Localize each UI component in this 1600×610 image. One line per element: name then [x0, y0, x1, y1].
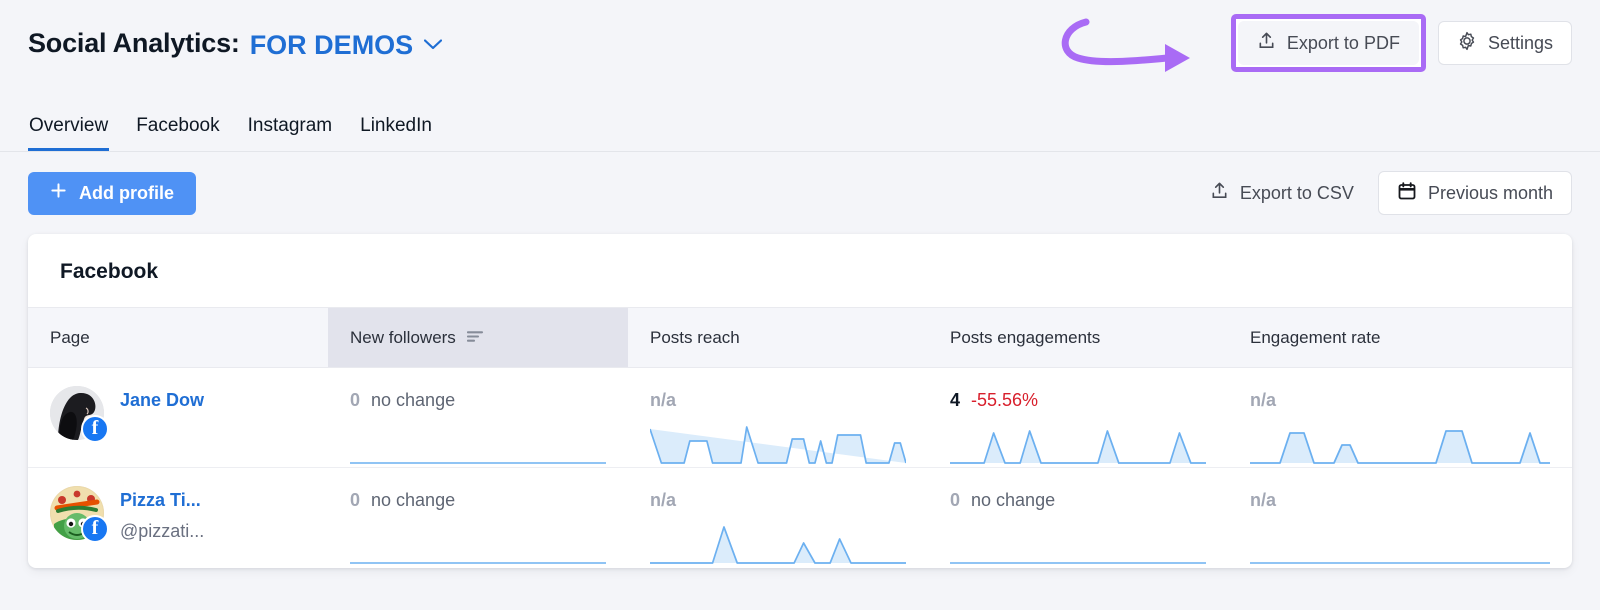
- sort-icon: [467, 328, 484, 348]
- facebook-card: Facebook Page New followers Posts reach: [28, 234, 1572, 568]
- column-header-posts-reach-label: Posts reach: [650, 328, 740, 348]
- page-name-link[interactable]: Pizza Ti...: [120, 490, 204, 511]
- metric-delta: -55.56%: [971, 390, 1038, 411]
- plus-icon: [50, 182, 67, 204]
- header-actions: Export to PDF Settings: [1231, 14, 1572, 72]
- gear-icon: [1457, 31, 1477, 56]
- app-header: Social Analytics: FOR DEMOS Export to PD…: [0, 0, 1600, 86]
- toolbar: Add profile Export to CSV Previous month: [0, 152, 1600, 234]
- column-header-engagement-rate-label: Engagement rate: [1250, 328, 1380, 348]
- table-row: f Pizza Ti... @pizzati... 0 no change: [28, 468, 1572, 568]
- upload-icon: [1257, 31, 1276, 55]
- cell-new-followers: 0 no change: [328, 368, 628, 468]
- page-name-link[interactable]: Jane Dow: [120, 390, 204, 411]
- column-header-new-followers-label: New followers: [350, 328, 456, 348]
- column-header-engagement-rate[interactable]: Engagement rate: [1228, 308, 1572, 368]
- tab-instagram[interactable]: Instagram: [247, 115, 333, 151]
- settings-label: Settings: [1488, 33, 1553, 54]
- sparkline: [950, 421, 1206, 465]
- page-handle: @pizzati...: [120, 521, 204, 542]
- cell-page: f Pizza Ti... @pizzati...: [28, 468, 328, 568]
- sparkline: [950, 521, 1206, 565]
- sparkline: [650, 421, 906, 465]
- cell-posts-reach: n/a: [628, 368, 928, 468]
- cell-engagement-rate: n/a: [1228, 368, 1572, 468]
- metric-delta: no change: [971, 490, 1055, 511]
- tab-facebook[interactable]: Facebook: [135, 115, 220, 151]
- add-profile-label: Add profile: [79, 183, 174, 204]
- project-selector[interactable]: FOR DEMOS: [250, 26, 443, 61]
- metric-value: n/a: [1250, 390, 1276, 411]
- upload-icon: [1210, 181, 1229, 205]
- export-to-pdf-button[interactable]: Export to PDF: [1238, 21, 1419, 65]
- export-pdf-highlight: Export to PDF: [1231, 14, 1426, 72]
- facebook-badge-icon: f: [81, 515, 109, 543]
- metric-value: n/a: [650, 490, 676, 511]
- sparkline: [1250, 421, 1550, 465]
- metric-delta: no change: [371, 490, 455, 511]
- export-to-csv-label: Export to CSV: [1240, 183, 1354, 204]
- metric-value: n/a: [650, 390, 676, 411]
- metric-value: 0: [350, 390, 360, 411]
- cell-posts-reach: n/a: [628, 468, 928, 568]
- table-row: f Jane Dow 0 no change: [28, 368, 1572, 468]
- add-profile-button[interactable]: Add profile: [28, 172, 196, 215]
- cell-new-followers: 0 no change: [328, 468, 628, 568]
- tab-bar: Overview Facebook Instagram LinkedIn: [0, 86, 1600, 152]
- date-range-button[interactable]: Previous month: [1378, 171, 1572, 215]
- cell-page: f Jane Dow: [28, 368, 328, 468]
- calendar-icon: [1397, 181, 1417, 206]
- export-to-pdf-label: Export to PDF: [1287, 33, 1400, 54]
- column-header-page-label: Page: [50, 328, 90, 348]
- tab-linkedin[interactable]: LinkedIn: [359, 115, 433, 151]
- column-header-new-followers[interactable]: New followers: [328, 308, 628, 368]
- chevron-down-icon: [424, 26, 442, 57]
- cell-posts-engagements: 4 -55.56%: [928, 368, 1228, 468]
- sparkline: [350, 521, 606, 565]
- column-header-posts-reach[interactable]: Posts reach: [628, 308, 928, 368]
- metric-value: 0: [950, 490, 960, 511]
- column-header-posts-engagements[interactable]: Posts engagements: [928, 308, 1228, 368]
- table-header-row: Page New followers Posts reach Posts eng…: [28, 308, 1572, 368]
- metric-value: n/a: [1250, 490, 1276, 511]
- card-title: Facebook: [28, 234, 1572, 307]
- sparkline: [1250, 521, 1550, 565]
- export-to-csv-button[interactable]: Export to CSV: [1202, 181, 1362, 205]
- cell-engagement-rate: n/a: [1228, 468, 1572, 568]
- metric-value: 4: [950, 390, 960, 411]
- facebook-badge-icon: f: [81, 415, 109, 443]
- toolbar-actions: Export to CSV Previous month: [1202, 171, 1572, 215]
- page-title: Social Analytics:: [28, 28, 240, 59]
- tab-overview[interactable]: Overview: [28, 115, 109, 151]
- avatar: f: [50, 486, 104, 540]
- sparkline: [350, 421, 606, 465]
- column-header-page[interactable]: Page: [28, 308, 328, 368]
- sparkline: [650, 521, 906, 565]
- social-accounts-table: Page New followers Posts reach Posts eng…: [28, 307, 1572, 568]
- settings-button[interactable]: Settings: [1438, 21, 1572, 65]
- avatar: f: [50, 386, 104, 440]
- cell-posts-engagements: 0 no change: [928, 468, 1228, 568]
- metric-delta: no change: [371, 390, 455, 411]
- annotation-arrow-icon: [1034, 8, 1214, 78]
- date-range-label: Previous month: [1428, 183, 1553, 204]
- metric-value: 0: [350, 490, 360, 511]
- column-header-posts-engagements-label: Posts engagements: [950, 328, 1100, 348]
- project-name-label: FOR DEMOS: [250, 30, 414, 60]
